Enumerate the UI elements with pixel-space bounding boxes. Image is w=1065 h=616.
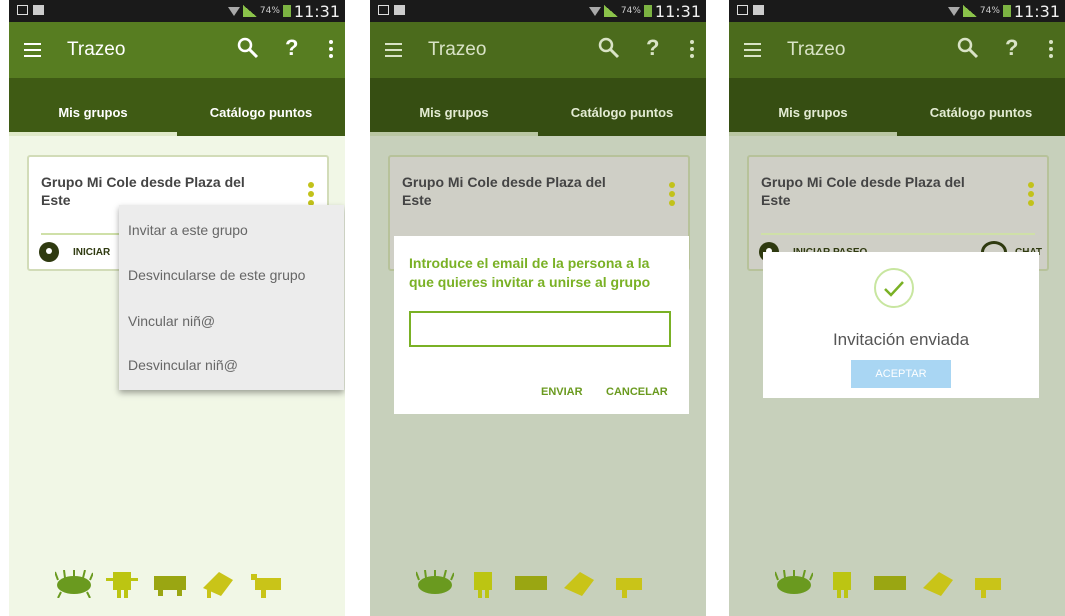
overflow-menu-icon[interactable] xyxy=(329,40,333,61)
tab-bar: Mis grupos Catálogo puntos xyxy=(370,78,706,136)
success-dialog: Invitación enviada ACEPTAR xyxy=(763,252,1039,398)
tab-mis-grupos[interactable]: Mis grupos xyxy=(9,78,177,136)
cancel-button[interactable]: CANCELAR xyxy=(606,386,668,398)
mascot-green-bug-icon xyxy=(416,570,454,594)
tab-indicator xyxy=(9,132,177,136)
menu-item-leave-group[interactable]: Desvincularse de este grupo xyxy=(128,267,305,283)
screen-invite-dialog: 74% 11:31 Trazeo ? Mis grupos Catálogo p… xyxy=(370,0,706,616)
invite-dialog: Introduce el email de la persona a la qu… xyxy=(394,236,689,414)
status-bar: 74% 11:31 xyxy=(370,0,706,22)
toolbar: Trazeo ? xyxy=(729,22,1065,78)
accept-button[interactable]: ACEPTAR xyxy=(851,360,951,388)
tab-indicator xyxy=(729,132,897,136)
mascot-yellow-robot-icon xyxy=(106,572,138,598)
email-input[interactable] xyxy=(409,311,671,347)
toolbar: Trazeo ? xyxy=(370,22,706,78)
search-icon[interactable] xyxy=(956,36,980,60)
success-circle xyxy=(874,268,914,308)
mascot-olive-block-icon xyxy=(515,576,547,590)
battery-percent: 74% xyxy=(979,6,1000,16)
invite-dialog-message: Introduce el email de la persona a la qu… xyxy=(409,255,651,290)
signal-icon xyxy=(603,5,618,17)
send-button[interactable]: ENVIAR xyxy=(541,386,583,398)
battery-icon xyxy=(282,5,291,17)
battery-percent: 74% xyxy=(259,6,280,16)
tab-catalogo-puntos[interactable]: Catálogo puntos xyxy=(177,78,345,136)
mascots-footer xyxy=(729,562,1065,612)
group-options-menu: Invitar a este grupo Desvincularse de es… xyxy=(119,205,344,390)
menu-item-invite[interactable]: Invitar a este grupo xyxy=(128,222,248,238)
mascot-yellow-cart-icon xyxy=(251,574,281,598)
toolbar: Trazeo ? xyxy=(9,22,345,78)
mascot-green-bug-icon xyxy=(55,570,93,598)
start-walk-button[interactable]: INICIAR xyxy=(73,247,110,258)
hamburger-menu-icon[interactable] xyxy=(744,43,761,57)
group-title: Grupo Mi Cole desde Plaza del Este xyxy=(761,174,965,208)
more-vert-icon[interactable] xyxy=(669,182,675,209)
mascot-yellow-cheese-icon xyxy=(564,572,594,596)
image-notification-icon xyxy=(17,5,28,15)
location-pin-icon xyxy=(39,242,59,262)
group-title: Grupo Mi Cole desde Plaza del Este xyxy=(402,174,606,208)
image-notification-icon xyxy=(378,5,389,15)
mascot-olive-block-icon xyxy=(154,576,186,596)
overflow-menu-icon[interactable] xyxy=(690,40,694,61)
image-notification-icon xyxy=(737,5,748,15)
more-vert-icon[interactable] xyxy=(1028,182,1034,209)
help-icon[interactable]: ? xyxy=(646,35,659,61)
mascots-footer xyxy=(370,562,706,612)
overflow-menu-icon[interactable] xyxy=(1049,40,1053,61)
mascot-yellow-robot-icon xyxy=(833,572,851,598)
success-message: Invitación enviada xyxy=(832,330,970,349)
signal-icon xyxy=(242,5,257,17)
hamburger-menu-icon[interactable] xyxy=(24,43,41,57)
tab-bar: Mis grupos Catálogo puntos xyxy=(9,78,345,136)
search-icon[interactable] xyxy=(236,36,260,60)
check-icon xyxy=(884,281,904,297)
mascot-olive-block-icon xyxy=(874,576,906,590)
message-notification-icon xyxy=(753,5,764,15)
mascot-yellow-cheese-icon xyxy=(923,572,953,596)
status-time: 11:31 xyxy=(293,1,340,21)
tab-bar: Mis grupos Catálogo puntos xyxy=(729,78,1065,136)
help-icon[interactable]: ? xyxy=(1005,35,1018,61)
tab-indicator xyxy=(370,132,538,136)
wifi-icon xyxy=(227,6,240,16)
battery-icon xyxy=(1002,5,1011,17)
mascots-footer xyxy=(9,562,345,612)
divider xyxy=(761,233,1035,235)
mascot-yellow-robot-icon xyxy=(474,572,492,598)
tab-catalogo-puntos[interactable]: Catálogo puntos xyxy=(538,78,706,136)
status-bar: 74% 11:31 xyxy=(729,0,1065,22)
status-time: 11:31 xyxy=(654,1,701,21)
message-notification-icon xyxy=(33,5,44,15)
app-title: Trazeo xyxy=(787,39,846,60)
menu-item-unlink-child[interactable]: Desvincular niñ@ xyxy=(128,357,238,373)
message-notification-icon xyxy=(394,5,405,15)
screen-menu-open: 74% 11:31 Trazeo ? Mis grupos Catálogo p… xyxy=(9,0,345,616)
menu-item-link-child[interactable]: Vincular niñ@ xyxy=(128,313,215,329)
status-time: 11:31 xyxy=(1013,1,1060,21)
mascot-yellow-cart-icon xyxy=(616,578,642,598)
battery-percent: 74% xyxy=(620,6,641,16)
battery-icon xyxy=(643,5,652,17)
tab-mis-grupos[interactable]: Mis grupos xyxy=(370,78,538,136)
app-title: Trazeo xyxy=(67,39,126,60)
status-bar: 74% 11:31 xyxy=(9,0,345,22)
screen-invite-sent: 74% 11:31 Trazeo ? Mis grupos Catálogo p… xyxy=(729,0,1065,616)
signal-icon xyxy=(962,5,977,17)
mascot-yellow-cheese-icon xyxy=(203,572,233,598)
group-title: Grupo Mi Cole desde Plaza del Este xyxy=(41,174,245,208)
mascot-yellow-cart-icon xyxy=(975,578,1001,598)
mascot-green-bug-icon xyxy=(775,570,813,594)
wifi-icon xyxy=(588,6,601,16)
tab-mis-grupos[interactable]: Mis grupos xyxy=(729,78,897,136)
app-title: Trazeo xyxy=(428,39,487,60)
tab-catalogo-puntos[interactable]: Catálogo puntos xyxy=(897,78,1065,136)
wifi-icon xyxy=(947,6,960,16)
hamburger-menu-icon[interactable] xyxy=(385,43,402,57)
search-icon[interactable] xyxy=(597,36,621,60)
help-icon[interactable]: ? xyxy=(285,35,298,61)
